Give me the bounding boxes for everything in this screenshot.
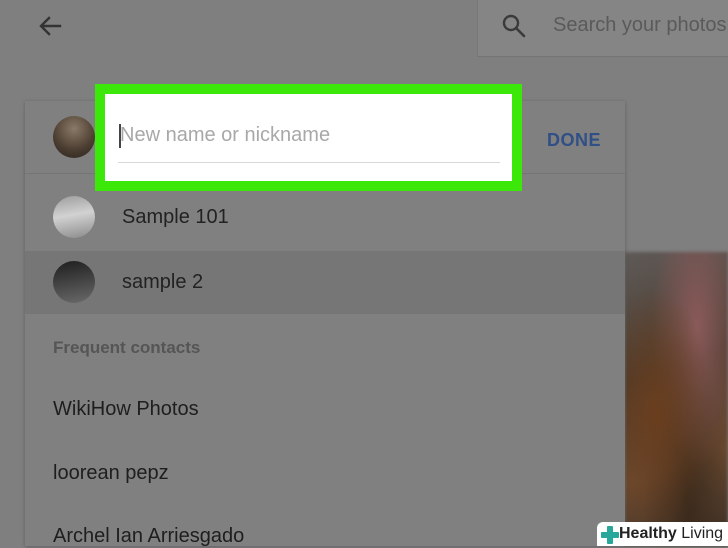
watermark-text: Healthy Living — [619, 525, 724, 542]
watermark: Healthy Living — [597, 522, 728, 546]
back-button[interactable] — [36, 12, 64, 40]
highlight-frame — [95, 84, 522, 191]
name-input[interactable] — [118, 109, 500, 163]
suggestion-name: sample 2 — [122, 271, 204, 293]
search-icon — [500, 12, 528, 40]
contact-item[interactable]: Archel Ian Arriesgado — [53, 525, 244, 548]
suggestion-name: Sample 101 — [122, 206, 229, 228]
search-box[interactable]: Search your photos — [477, 0, 728, 57]
search-placeholder: Search your photos — [553, 14, 727, 36]
suggestion-item-hovered[interactable]: sample 2 — [25, 251, 625, 314]
top-bar: Search your photos — [0, 0, 728, 58]
frequent-contacts-heading: Frequent contacts — [53, 338, 201, 357]
contact-item[interactable]: loorean pepz — [53, 462, 169, 485]
avatar — [53, 196, 95, 238]
arrow-left-icon — [39, 16, 62, 36]
suggestion-item[interactable]: Sample 101 — [25, 186, 625, 249]
plus-cross-icon — [601, 526, 619, 544]
avatar — [53, 261, 95, 303]
background-photo — [625, 252, 728, 546]
face-avatar — [53, 116, 95, 158]
text-caret — [119, 124, 121, 148]
done-button[interactable]: DONE — [547, 130, 601, 151]
input-container — [105, 94, 512, 181]
contact-item[interactable]: WikiHow Photos — [53, 398, 199, 421]
